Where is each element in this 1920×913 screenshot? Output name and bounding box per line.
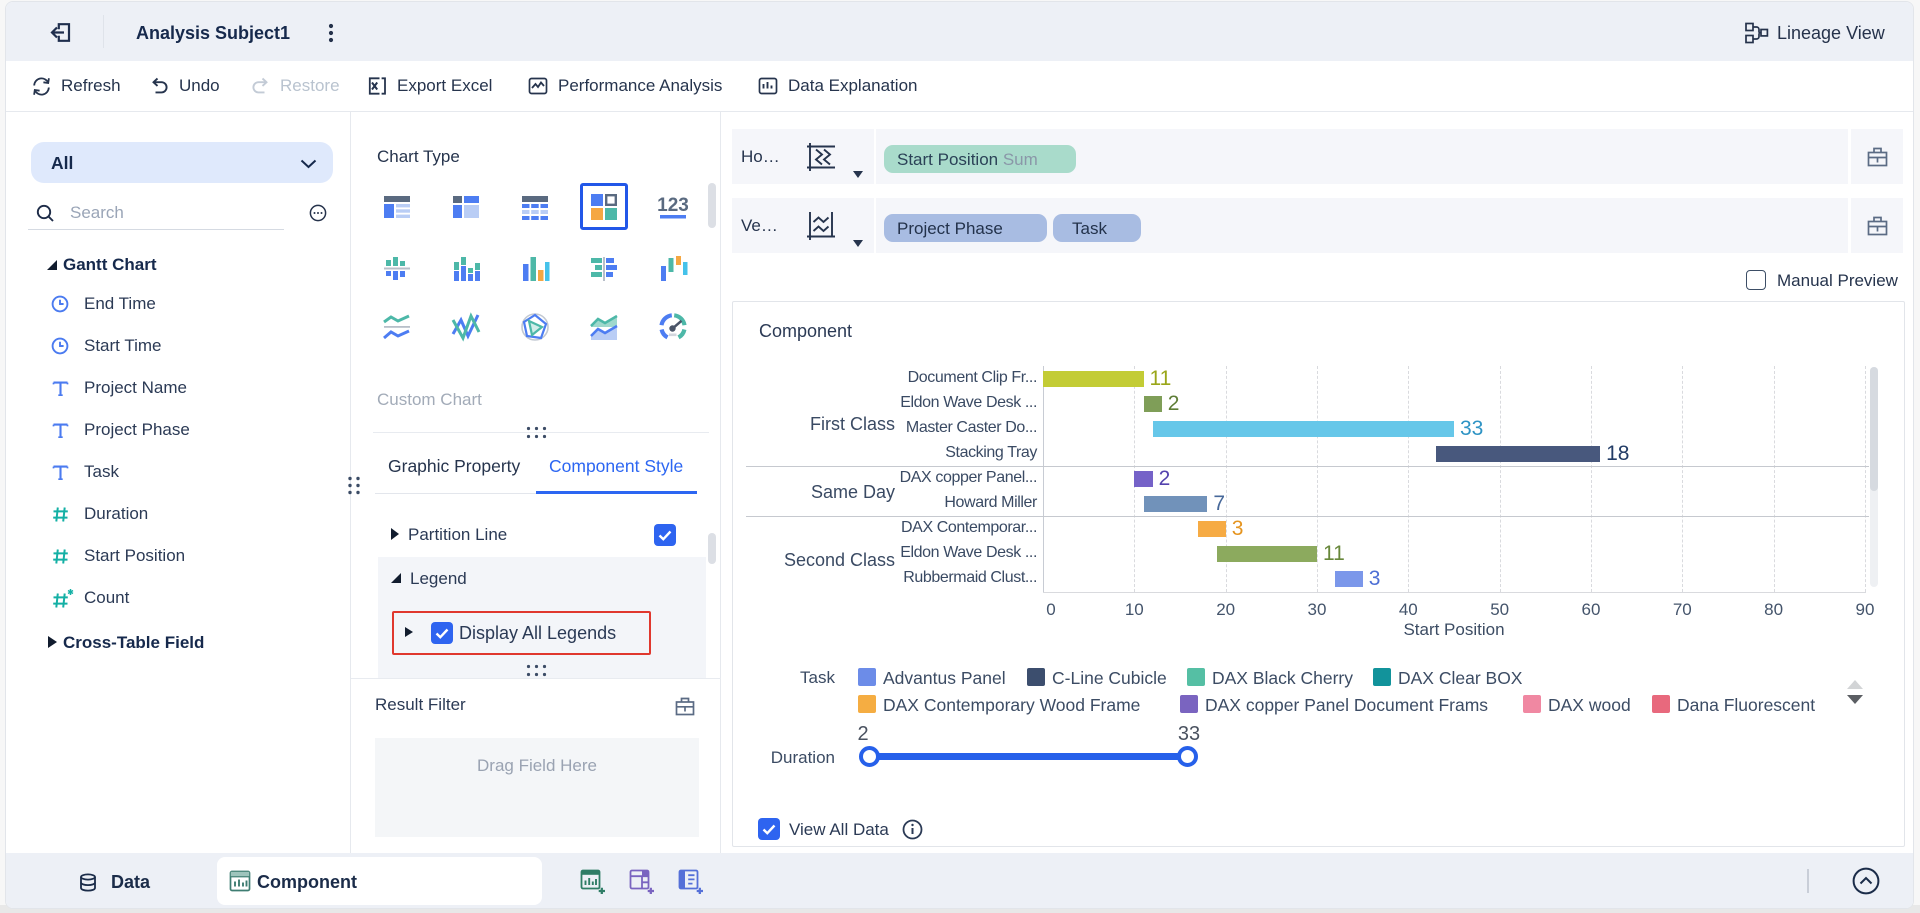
svg-text:123: 123	[658, 195, 688, 216]
